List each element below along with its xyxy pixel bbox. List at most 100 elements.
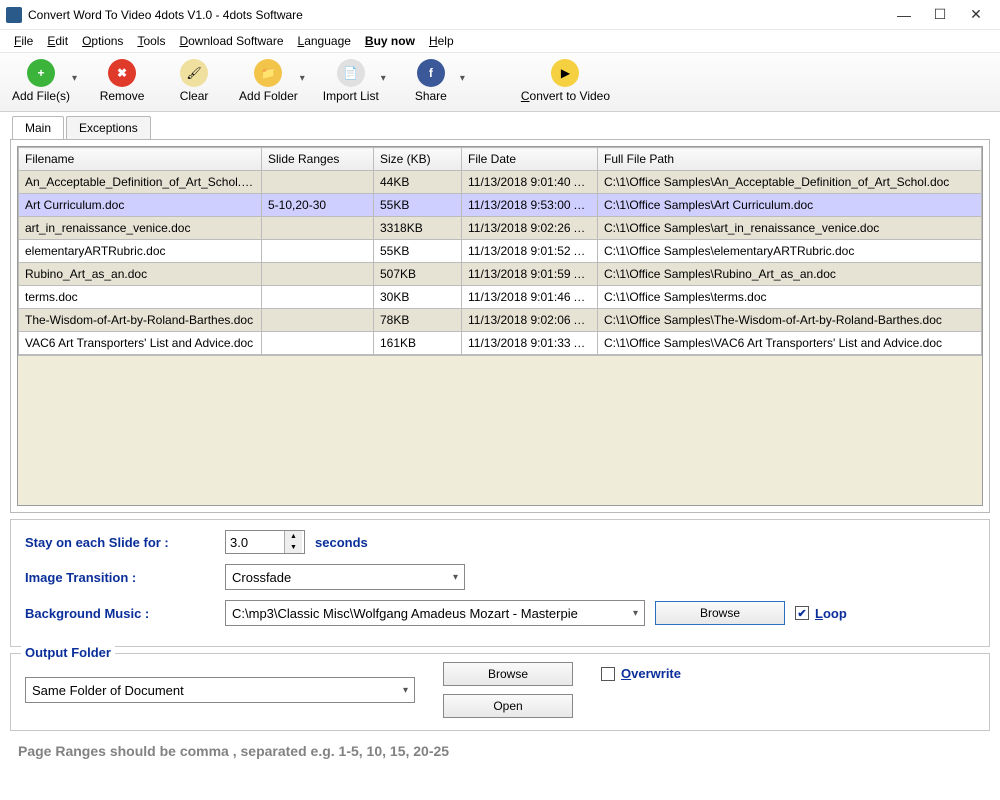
add-files-button[interactable]: + Add File(s) <box>12 59 70 103</box>
spin-down[interactable]: ▼ <box>285 542 302 553</box>
menu-item-buy-now[interactable]: Buy now <box>365 34 415 48</box>
checkbox-icon <box>601 667 615 681</box>
table-row[interactable]: An_Acceptable_Definition_of_Art_Schol.do… <box>19 171 982 194</box>
table-row[interactable]: elementaryARTRubric.doc55KB11/13/2018 9:… <box>19 240 982 263</box>
cell-date: 11/13/2018 9:02:06 AM <box>462 309 598 332</box>
folder-icon: 📁 <box>254 59 282 87</box>
menu-item-help[interactable]: Help <box>429 34 454 48</box>
menu-item-tools[interactable]: Tools <box>137 34 165 48</box>
cell-path: C:\1\Office Samples\elementaryARTRubric.… <box>598 240 982 263</box>
menu-item-file[interactable]: File <box>14 34 33 48</box>
output-folder-combo[interactable]: Same Folder of Document ▾ <box>25 677 415 703</box>
output-open-button[interactable]: Open <box>443 694 573 718</box>
cell-ranges <box>262 309 374 332</box>
tab-exceptions[interactable]: Exceptions <box>66 116 151 139</box>
share-label: Share <box>415 89 447 103</box>
column-header[interactable]: Slide Ranges <box>262 148 374 171</box>
cell-size: 55KB <box>374 194 462 217</box>
output-folder-legend: Output Folder <box>21 645 115 660</box>
column-header[interactable]: Filename <box>19 148 262 171</box>
transition-combo[interactable]: Crossfade ▾ <box>225 564 465 590</box>
checkbox-icon: ✔ <box>795 606 809 620</box>
add-folder-button[interactable]: 📁 Add Folder <box>239 59 298 103</box>
import-list-dropdown[interactable]: ▾ <box>379 59 386 84</box>
clear-button[interactable]: 🖌 Clear <box>167 59 221 103</box>
add-folder-label: Add Folder <box>239 89 298 103</box>
cell-path: C:\1\Office Samples\Art Curriculum.doc <box>598 194 982 217</box>
brush-icon: 🖌 <box>180 59 208 87</box>
share-button[interactable]: f Share <box>404 59 458 103</box>
table-row[interactable]: The-Wisdom-of-Art-by-Roland-Barthes.doc7… <box>19 309 982 332</box>
cell-path: C:\1\Office Samples\VAC6 Art Transporter… <box>598 332 982 355</box>
convert-label: Convert to Video <box>521 89 610 103</box>
cell-ranges <box>262 171 374 194</box>
table-row[interactable]: terms.doc30KB11/13/2018 9:01:46 AMC:\1\O… <box>19 286 982 309</box>
music-value: C:\mp3\Classic Misc\Wolfgang Amadeus Moz… <box>232 606 578 621</box>
menu-item-options[interactable]: Options <box>82 34 123 48</box>
maximize-button[interactable]: ☐ <box>922 1 958 29</box>
table-row[interactable]: art_in_renaissance_venice.doc3318KB11/13… <box>19 217 982 240</box>
cell-size: 55KB <box>374 240 462 263</box>
cell-filename: The-Wisdom-of-Art-by-Roland-Barthes.doc <box>19 309 262 332</box>
cell-path: C:\1\Office Samples\Rubino_Art_as_an.doc <box>598 263 982 286</box>
music-browse-button[interactable]: Browse <box>655 601 785 625</box>
remove-icon: ✖ <box>108 59 136 87</box>
spin-up[interactable]: ▲ <box>285 531 302 542</box>
column-header[interactable]: Size (KB) <box>374 148 462 171</box>
cell-path: C:\1\Office Samples\terms.doc <box>598 286 982 309</box>
cell-ranges <box>262 286 374 309</box>
column-header[interactable]: File Date <box>462 148 598 171</box>
cell-size: 44KB <box>374 171 462 194</box>
cell-path: C:\1\Office Samples\The-Wisdom-of-Art-by… <box>598 309 982 332</box>
loop-checkbox[interactable]: ✔ Loop <box>795 606 847 621</box>
tab-main[interactable]: Main <box>12 116 64 139</box>
cell-date: 11/13/2018 9:01:33 AM <box>462 332 598 355</box>
cell-ranges <box>262 240 374 263</box>
add-files-label: Add File(s) <box>12 89 70 103</box>
plus-icon: + <box>27 59 55 87</box>
cell-ranges <box>262 263 374 286</box>
list-icon: 📄 <box>337 59 365 87</box>
remove-button[interactable]: ✖ Remove <box>95 59 149 103</box>
table-row[interactable]: Art Curriculum.doc5-10,20-3055KB11/13/20… <box>19 194 982 217</box>
column-header[interactable]: Full File Path <box>598 148 982 171</box>
cell-filename: Rubino_Art_as_an.doc <box>19 263 262 286</box>
tab-body: FilenameSlide RangesSize (KB)File DateFu… <box>10 139 990 513</box>
table-row[interactable]: VAC6 Art Transporters' List and Advice.d… <box>19 332 982 355</box>
menu-item-download-software[interactable]: Download Software <box>179 34 283 48</box>
menu-item-language[interactable]: Language <box>298 34 351 48</box>
stay-duration-field[interactable] <box>226 531 284 553</box>
cell-date: 11/13/2018 9:53:00 AM <box>462 194 598 217</box>
stay-duration-input[interactable]: ▲▼ <box>225 530 305 554</box>
table-row[interactable]: Rubino_Art_as_an.doc 507KB11/13/2018 9:01… <box>19 263 982 286</box>
share-dropdown[interactable]: ▾ <box>458 59 465 84</box>
import-list-button[interactable]: 📄 Import List <box>323 59 379 103</box>
file-grid[interactable]: FilenameSlide RangesSize (KB)File DateFu… <box>17 146 983 506</box>
cell-ranges: 5-10,20-30 <box>262 194 374 217</box>
music-combo[interactable]: C:\mp3\Classic Misc\Wolfgang Amadeus Moz… <box>225 600 645 626</box>
convert-button[interactable]: ▶ Convert to Video <box>521 59 610 103</box>
transition-value: Crossfade <box>232 570 291 585</box>
music-label: Background Music : <box>25 606 215 621</box>
cell-ranges <box>262 332 374 355</box>
cell-date: 11/13/2018 9:01:59 AM <box>462 263 598 286</box>
cell-filename: terms.doc <box>19 286 262 309</box>
output-browse-button[interactable]: Browse <box>443 662 573 686</box>
toolbar: + Add File(s) ▾ ✖ Remove 🖌 Clear 📁 Add F… <box>0 53 1000 112</box>
cell-path: C:\1\Office Samples\An_Acceptable_Defini… <box>598 171 982 194</box>
minimize-button[interactable]: — <box>886 1 922 29</box>
close-button[interactable]: ✕ <box>958 1 994 29</box>
overwrite-label: Overwrite <box>621 666 681 681</box>
cell-size: 507KB <box>374 263 462 286</box>
menu-item-edit[interactable]: Edit <box>47 34 68 48</box>
add-folder-dropdown[interactable]: ▾ <box>298 59 305 84</box>
chevron-down-icon: ▾ <box>453 572 458 583</box>
footer-hint: Page Ranges should be comma , separated … <box>0 737 1000 765</box>
chevron-down-icon: ▾ <box>633 608 638 619</box>
overwrite-checkbox[interactable]: Overwrite <box>601 666 681 681</box>
cell-filename: elementaryARTRubric.doc <box>19 240 262 263</box>
window-title: Convert Word To Video 4dots V1.0 - 4dots… <box>28 8 886 22</box>
chevron-down-icon: ▾ <box>403 685 408 696</box>
cell-filename: art_in_renaissance_venice.doc <box>19 217 262 240</box>
add-files-dropdown[interactable]: ▾ <box>70 59 77 84</box>
